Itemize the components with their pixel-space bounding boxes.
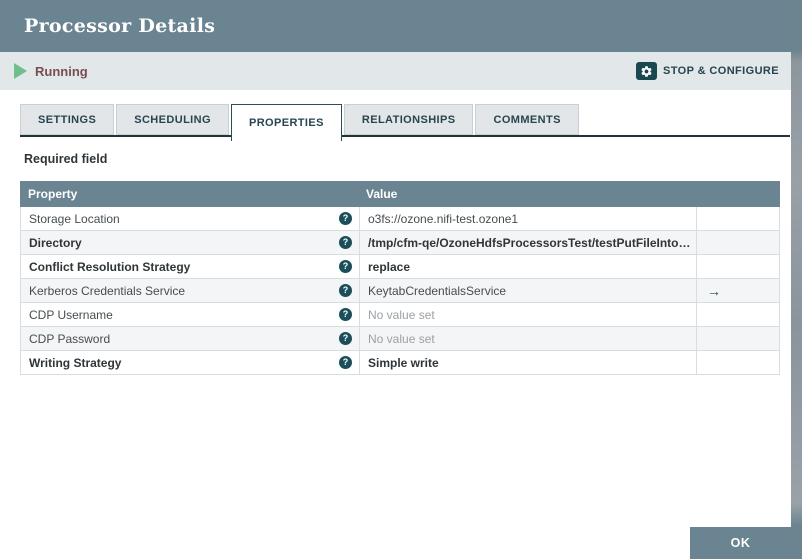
properties-table-body: Storage Location? o3fs://ozone.nifi-test.… bbox=[20, 207, 780, 375]
help-icon[interactable]: ? bbox=[339, 284, 352, 297]
help-icon[interactable]: ? bbox=[339, 236, 352, 249]
value-cell[interactable]: KeytabCredentialsService bbox=[359, 279, 696, 302]
property-name: Directory bbox=[29, 235, 82, 250]
goto-cell bbox=[696, 303, 779, 326]
property-value: No value set bbox=[368, 331, 435, 346]
goto-cell bbox=[696, 207, 779, 230]
goto-cell bbox=[696, 327, 779, 350]
gear-icon bbox=[635, 62, 657, 80]
help-icon[interactable]: ? bbox=[339, 332, 352, 345]
value-cell[interactable]: Simple write bbox=[359, 351, 696, 374]
property-value: KeytabCredentialsService bbox=[368, 283, 507, 298]
properties-table: Property Value Storage Location? o3fs://o… bbox=[20, 181, 780, 375]
property-name: Storage Location bbox=[29, 211, 120, 226]
dialog-title: Processor Details bbox=[24, 15, 216, 37]
processor-details-dialog: Processor Details Running STOP & CONFIGU… bbox=[0, 0, 791, 559]
goto-cell bbox=[696, 351, 779, 374]
tab-settings[interactable]: SETTINGS bbox=[20, 104, 115, 135]
tab-bar: SETTINGS SCHEDULING PROPERTIES RELATIONSHIP… bbox=[20, 104, 581, 141]
tab-comments[interactable]: COMMENTS bbox=[475, 104, 579, 135]
tab-properties[interactable]: PROPERTIES bbox=[230, 104, 342, 141]
stop-and-configure-label: STOP & CONFIGURE bbox=[662, 65, 779, 77]
property-cell: Conflict Resolution Strategy? bbox=[21, 255, 359, 278]
property-name: CDP Username bbox=[29, 307, 113, 322]
value-cell[interactable]: /tmp/cfm-qe/OzoneHdfsProcessorsTest/test… bbox=[359, 231, 696, 254]
property-column-header: Property bbox=[28, 187, 78, 201]
value-cell[interactable]: No value set bbox=[359, 327, 696, 350]
ok-button[interactable]: OK bbox=[690, 527, 791, 559]
property-name: Kerberos Credentials Service bbox=[29, 283, 186, 298]
property-cell: Kerberos Credentials Service? bbox=[21, 279, 359, 302]
background-canvas-strip bbox=[791, 0, 802, 559]
table-row: CDP Username? No value set bbox=[21, 303, 779, 327]
value-cell[interactable]: o3fs://ozone.nifi-test.ozone1 bbox=[359, 207, 696, 230]
property-value: No value set bbox=[368, 307, 435, 322]
property-name: CDP Password bbox=[29, 331, 111, 346]
help-icon[interactable]: ? bbox=[339, 212, 352, 225]
required-field-label: Required field bbox=[24, 152, 108, 166]
run-status-label: Running bbox=[35, 63, 88, 79]
value-cell[interactable]: replace bbox=[359, 255, 696, 278]
property-value: Simple write bbox=[368, 355, 439, 370]
table-row: Kerberos Credentials Service? KeytabCrede… bbox=[21, 279, 779, 303]
property-value: replace bbox=[368, 259, 411, 274]
goto-arrow-icon[interactable]: → bbox=[707, 283, 721, 299]
property-cell: Storage Location? bbox=[21, 207, 359, 230]
table-row: CDP Password? No value set bbox=[21, 327, 779, 351]
property-cell: CDP Username? bbox=[21, 303, 359, 326]
value-column-header: Value bbox=[366, 187, 398, 201]
property-value: /tmp/cfm-qe/OzoneHdfsProcessorsTest/test… bbox=[368, 235, 691, 250]
tab-scheduling[interactable]: SCHEDULING bbox=[116, 104, 229, 135]
table-row: Storage Location? o3fs://ozone.nifi-test.… bbox=[21, 207, 779, 231]
table-row: Writing Strategy? Simple write bbox=[21, 351, 779, 375]
dialog-titlebar: Processor Details bbox=[0, 0, 791, 52]
property-value: o3fs://ozone.nifi-test.ozone1 bbox=[368, 211, 519, 226]
help-icon[interactable]: ? bbox=[339, 308, 352, 321]
property-cell: Directory? bbox=[21, 231, 359, 254]
play-icon bbox=[14, 63, 27, 79]
stop-and-configure-button[interactable]: STOP & CONFIGURE bbox=[635, 62, 779, 80]
property-cell: CDP Password? bbox=[21, 327, 359, 350]
goto-cell: → bbox=[696, 279, 779, 302]
help-icon[interactable]: ? bbox=[339, 356, 352, 369]
help-icon[interactable]: ? bbox=[339, 260, 352, 273]
value-cell[interactable]: No value set bbox=[359, 303, 696, 326]
tab-relationships[interactable]: RELATIONSHIPS bbox=[343, 104, 474, 135]
property-name: Writing Strategy bbox=[29, 355, 122, 370]
goto-cell bbox=[696, 231, 779, 254]
properties-table-header: Property Value bbox=[20, 181, 780, 207]
table-row: Directory? /tmp/cfm-qe/OzoneHdfsProcessor… bbox=[21, 231, 779, 255]
goto-cell bbox=[696, 255, 779, 278]
property-name: Conflict Resolution Strategy bbox=[29, 259, 191, 274]
property-cell: Writing Strategy? bbox=[21, 351, 359, 374]
table-row: Conflict Resolution Strategy? replace bbox=[21, 255, 779, 279]
status-bar: Running STOP & CONFIGURE bbox=[0, 52, 791, 90]
